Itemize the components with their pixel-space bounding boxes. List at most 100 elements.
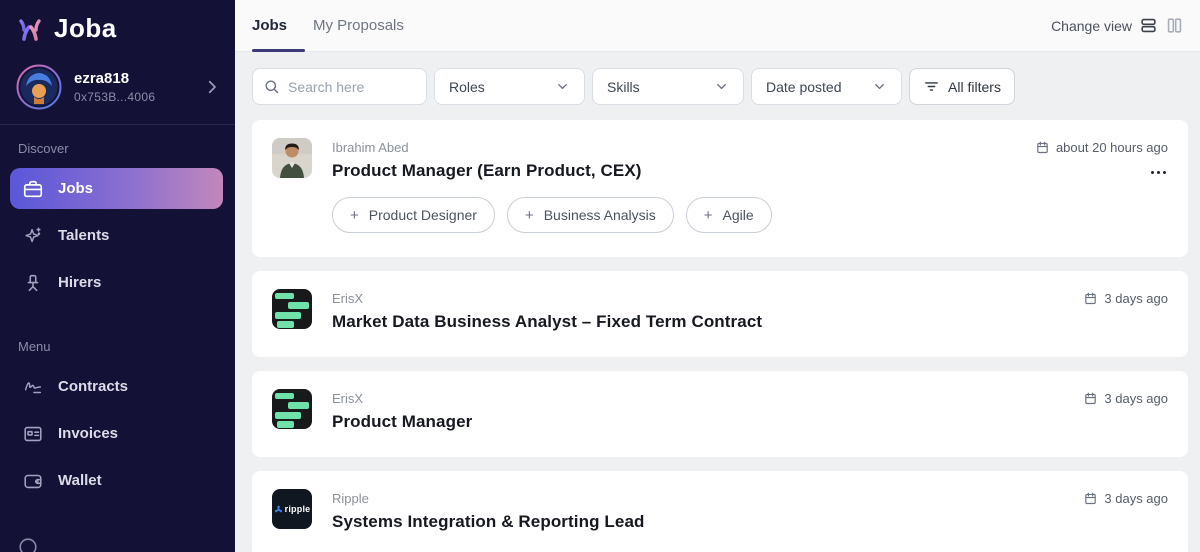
app-title: Joba	[54, 13, 117, 44]
date-posted-dropdown[interactable]: Date posted	[751, 68, 902, 105]
user-meta: ezra818 0x753B...4006	[74, 70, 191, 104]
content-area: Roles Skills Date posted	[235, 52, 1200, 552]
erisx-logo	[272, 289, 312, 329]
dropdown-label: Roles	[449, 79, 485, 95]
posted-label: 3 days ago	[1104, 291, 1168, 306]
dropdown-label: Date posted	[766, 79, 842, 95]
wallet-address: 0x753B...4006	[74, 90, 191, 104]
sidebar-item-hirers[interactable]: Hirers	[10, 262, 223, 303]
ripple-logo: ripple	[272, 489, 312, 529]
calendar-icon	[1083, 391, 1098, 406]
sidebar-divider	[0, 124, 235, 125]
user-profile[interactable]: ezra818 0x753B...4006	[0, 54, 235, 124]
sidebar-item-label: Hirers	[58, 274, 101, 291]
sidebar-item-label: Contracts	[58, 378, 128, 395]
sidebar: Joba ezra818 0x753B...4006	[0, 0, 235, 552]
posted-label: 3 days ago	[1104, 391, 1168, 406]
invoice-icon	[22, 423, 44, 445]
main-area: Jobs My Proposals Change view	[235, 0, 1200, 552]
filter-icon	[923, 78, 940, 95]
wallet-icon	[22, 470, 44, 492]
job-title: Systems Integration & Reporting Lead	[332, 512, 1063, 532]
job-meta: about 20 hours ago	[1035, 138, 1168, 239]
sidebar-item-label: Talents	[58, 227, 109, 244]
sidebar-item-label: Jobs	[58, 180, 93, 197]
job-card[interactable]: Ibrahim Abed Product Manager (Earn Produ…	[252, 120, 1188, 257]
sidebar-item-contracts[interactable]: Contracts	[10, 366, 223, 407]
posted-time: 3 days ago	[1083, 291, 1168, 306]
job-title: Product Manager (Earn Product, CEX)	[332, 161, 1015, 181]
tag-chip[interactable]: + Agile	[686, 197, 772, 233]
search-box	[252, 68, 427, 105]
plus-icon: +	[525, 207, 534, 224]
chevron-down-icon	[555, 79, 570, 94]
app-logo: Joba	[0, 0, 235, 54]
roles-dropdown[interactable]: Roles	[434, 68, 585, 105]
briefcase-icon	[22, 178, 44, 200]
job-tags: + Product Designer + Business Analysis +…	[332, 197, 1015, 233]
job-main: Ripple Systems Integration & Reporting L…	[332, 489, 1063, 539]
job-list: Ibrahim Abed Product Manager (Earn Produ…	[252, 120, 1188, 552]
posted-label: 3 days ago	[1104, 491, 1168, 506]
plus-icon: +	[704, 207, 713, 224]
tab-jobs[interactable]: Jobs	[252, 0, 287, 52]
posted-time: about 20 hours ago	[1035, 140, 1168, 155]
job-card[interactable]: ripple Ripple Systems Integration & Repo…	[252, 471, 1188, 552]
posted-time: 3 days ago	[1083, 391, 1168, 406]
job-company: Ripple	[332, 491, 1063, 506]
chevron-right-icon	[203, 78, 221, 96]
posted-time: 3 days ago	[1083, 491, 1168, 506]
tag-chip[interactable]: + Product Designer	[332, 197, 495, 233]
more-options-button[interactable]	[1149, 167, 1168, 178]
all-filters-button[interactable]: All filters	[909, 68, 1015, 105]
tab-label: Jobs	[252, 17, 287, 34]
calendar-icon	[1035, 140, 1050, 155]
tab-my-proposals[interactable]: My Proposals	[313, 0, 404, 52]
job-title: Product Manager	[332, 412, 1063, 432]
sidebar-item-invoices[interactable]: Invoices	[10, 413, 223, 454]
dropdown-label: Skills	[607, 79, 640, 95]
tag-chip[interactable]: + Business Analysis	[507, 197, 674, 233]
tag-label: Product Designer	[369, 207, 477, 223]
change-view-label: Change view	[1051, 18, 1132, 34]
sidebar-item-label: Wallet	[58, 472, 102, 489]
job-main: Ibrahim Abed Product Manager (Earn Produ…	[332, 138, 1015, 239]
erisx-logo	[272, 389, 312, 429]
job-meta: 3 days ago	[1083, 489, 1168, 539]
section-label-menu: Menu	[0, 331, 235, 364]
job-title: Market Data Business Analyst – Fixed Ter…	[332, 312, 1063, 332]
job-main: ErisX Market Data Business Analyst – Fix…	[332, 289, 1063, 339]
job-card[interactable]: ErisX Market Data Business Analyst – Fix…	[252, 271, 1188, 357]
posted-label: about 20 hours ago	[1056, 140, 1168, 155]
tag-label: Business Analysis	[544, 207, 656, 223]
sidebar-item-talents[interactable]: Talents	[10, 215, 223, 256]
job-card[interactable]: ErisX Product Manager 3 days ago	[252, 371, 1188, 457]
sidebar-item-label: Invoices	[58, 425, 118, 442]
calendar-icon	[1083, 291, 1098, 306]
chair-icon	[22, 272, 44, 294]
username: ezra818	[74, 70, 191, 87]
skills-dropdown[interactable]: Skills	[592, 68, 744, 105]
job-meta: 3 days ago	[1083, 289, 1168, 339]
change-view-control: Change view	[1051, 16, 1184, 35]
list-view-icon[interactable]	[1139, 16, 1158, 35]
tab-bar: Jobs My Proposals Change view	[235, 0, 1200, 52]
signature-icon	[22, 376, 44, 398]
job-company: ErisX	[332, 291, 1063, 306]
section-label-discover: Discover	[0, 133, 235, 166]
job-company: ErisX	[332, 391, 1063, 406]
chevron-down-icon	[714, 79, 729, 94]
filter-bar: Roles Skills Date posted	[252, 68, 1188, 105]
partial-bottom-icon[interactable]	[17, 536, 39, 552]
job-meta: 3 days ago	[1083, 389, 1168, 439]
column-view-icon[interactable]	[1165, 16, 1184, 35]
job-main: ErisX Product Manager	[332, 389, 1063, 439]
tag-label: Agile	[723, 207, 754, 223]
sparkles-icon	[22, 225, 44, 247]
joba-logo-icon	[14, 12, 46, 44]
sidebar-item-wallet[interactable]: Wallet	[10, 460, 223, 501]
search-input[interactable]	[288, 79, 398, 95]
avatar	[16, 64, 62, 110]
sidebar-item-jobs[interactable]: Jobs	[10, 168, 223, 209]
all-filters-label: All filters	[948, 79, 1001, 95]
